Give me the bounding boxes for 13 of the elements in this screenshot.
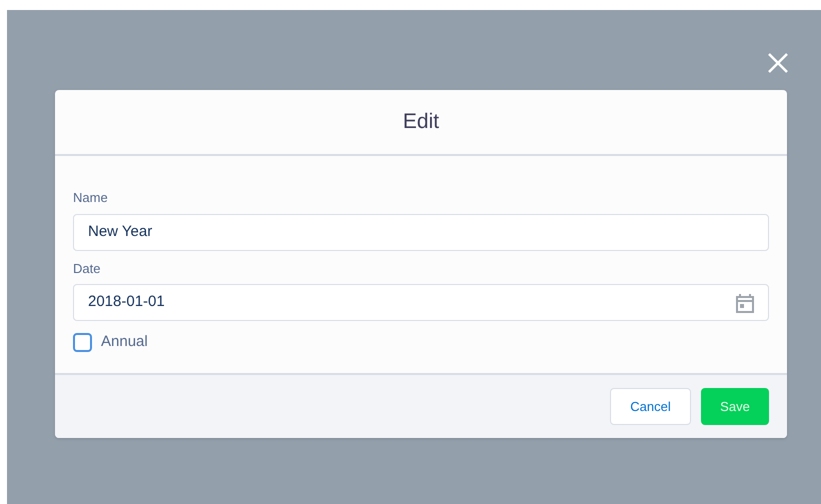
cancel-button[interactable]: Cancel [610, 388, 691, 425]
date-field[interactable]: 2018-01-01 [73, 284, 769, 321]
input-field[interactable]: New Year [73, 214, 769, 250]
field-label: Name [73, 189, 109, 207]
annual-checkbox[interactable] [73, 332, 92, 352]
field-value: 2018-01-01 [88, 292, 166, 312]
field-value: New Year [88, 222, 154, 242]
checkbox-label: Annual [101, 332, 148, 352]
field-label: Date [73, 260, 102, 278]
close-icon [767, 52, 789, 74]
calendar-icon [736, 292, 754, 312]
close-button[interactable] [767, 52, 789, 74]
dialog-title: Edit [402, 109, 440, 136]
